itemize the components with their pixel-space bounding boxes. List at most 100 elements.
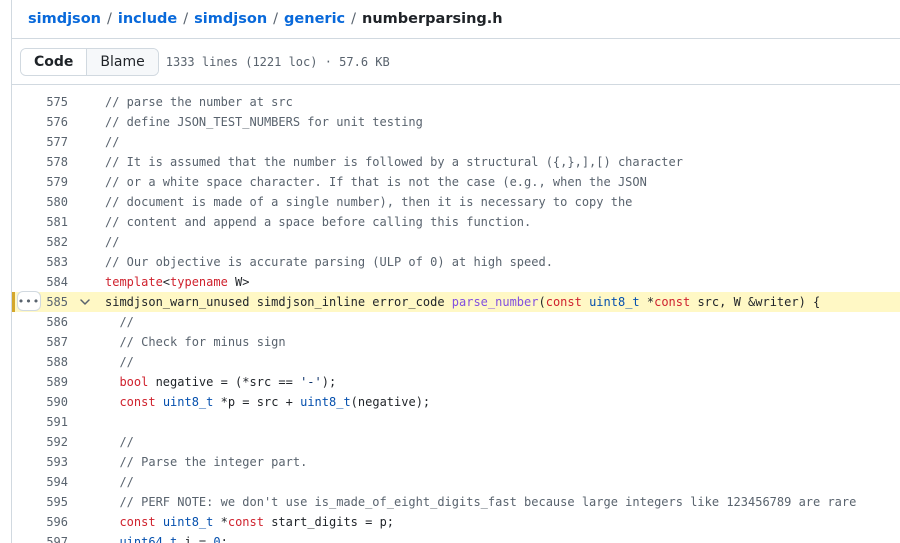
line-number[interactable]: 580 <box>18 192 68 212</box>
code-text: const uint8_t *p = src + uint8_t(negativ… <box>105 392 430 412</box>
code-token: W> <box>227 275 250 289</box>
code-text: // document is made of a single number),… <box>105 192 632 212</box>
breadcrumb-separator: / <box>351 11 357 27</box>
breadcrumb-link[interactable]: include <box>118 11 177 27</box>
code-token: *p = src + <box>213 395 301 409</box>
chevron-down-icon[interactable] <box>78 292 92 312</box>
code-line: 594 // <box>12 472 900 492</box>
line-number[interactable]: 597 <box>18 532 68 543</box>
code-token: // <box>105 235 120 249</box>
breadcrumb-separator: / <box>273 11 279 27</box>
file-toolbar: Code Blame 1333 lines (1221 loc) · 57.6 … <box>12 39 900 85</box>
code-token: // PERF NOTE: we don't use is_made_of_ei… <box>105 495 857 509</box>
code-tab[interactable]: Code <box>21 48 88 75</box>
code-text: // Check for minus sign <box>105 332 285 352</box>
line-number[interactable]: 595 <box>18 492 68 512</box>
code-line: 582 // <box>12 232 900 252</box>
code-token: simdjson_warn_unused simdjson_inline err… <box>105 295 452 309</box>
code-token: const <box>227 515 264 529</box>
line-number[interactable]: 591 <box>18 412 68 432</box>
line-number[interactable]: 584 <box>18 272 68 292</box>
code-line: 587 // Check for minus sign <box>12 332 900 352</box>
code-text: // Our objective is accurate parsing (UL… <box>105 252 553 272</box>
code-text: // <box>105 472 134 492</box>
code-token: // Parse the integer part. <box>105 455 308 469</box>
code-token: // parse the number at src <box>105 95 293 109</box>
code-token: negative = (*src == <box>148 375 301 389</box>
code-text: simdjson_warn_unused simdjson_inline err… <box>105 292 820 312</box>
line-number[interactable]: 593 <box>18 452 68 472</box>
line-number[interactable]: 578 <box>18 152 68 172</box>
code-token: // content and append a space before cal… <box>105 215 532 229</box>
code-token: i = <box>177 535 214 543</box>
code-text: // <box>105 312 134 332</box>
line-number[interactable]: 589 <box>18 372 68 392</box>
line-number[interactable]: 582 <box>18 232 68 252</box>
line-number[interactable]: 585 <box>18 292 68 312</box>
code-line: 591 <box>12 412 900 432</box>
code-viewer: simdjson / include / simdjson / generic / number… <box>11 0 900 543</box>
code-token: '-' <box>300 375 322 389</box>
code-line: 596 const uint8_t *const start_digits = … <box>12 512 900 532</box>
code-text: uint64_t i = 0; <box>105 532 227 543</box>
code-text: // <box>105 352 134 372</box>
line-number[interactable]: 592 <box>18 432 68 452</box>
code-text: template<typename W> <box>105 272 250 292</box>
code-line-highlighted: ••• 585 simdjson_warn_unused simdjson_inli… <box>12 291 900 312</box>
code-line: 589 bool negative = (*src == '-'); <box>12 372 900 392</box>
code-token: // Our objective is accurate parsing (UL… <box>105 255 553 269</box>
code-token: < <box>162 275 171 289</box>
code-token: // document is made of a single number),… <box>105 195 633 209</box>
code-text: // parse the number at src <box>105 92 293 112</box>
code-line: 595 // PERF NOTE: we don't use is_made_o… <box>12 492 900 512</box>
code-line: 581 // content and append a space before … <box>12 212 900 232</box>
code-token: ( <box>538 295 546 309</box>
breadcrumb-separator: / <box>106 11 112 27</box>
code-token: // <box>105 315 134 329</box>
code-text: // or a white space character. If that i… <box>105 172 647 192</box>
line-number[interactable]: 576 <box>18 112 68 132</box>
line-number[interactable]: 596 <box>18 512 68 532</box>
highlight-marker <box>12 292 15 312</box>
code-token: uint8_t <box>162 515 214 529</box>
code-token: // <box>105 475 134 489</box>
code-token: * <box>639 295 655 309</box>
code-token: // or a white space character. If that i… <box>105 175 647 189</box>
line-number[interactable]: 575 <box>18 92 68 112</box>
code-text: // <box>105 132 119 152</box>
code-text: // <box>105 232 119 252</box>
code-text: // <box>105 432 133 452</box>
code-token: uint64_t <box>119 535 178 543</box>
code-line: 583 // Our objective is accurate parsing … <box>12 252 900 272</box>
code-text: // It is assumed that the number is foll… <box>105 152 683 172</box>
breadcrumb-link[interactable]: simdjson <box>28 11 101 27</box>
line-number[interactable]: 581 <box>18 212 68 232</box>
blame-tab[interactable]: Blame <box>87 48 158 75</box>
line-number[interactable]: 579 <box>18 172 68 192</box>
breadcrumb-link[interactable]: generic <box>284 11 345 27</box>
code-token: const <box>654 295 691 309</box>
code-line: 579 // or a white space character. If tha… <box>12 172 900 192</box>
line-number[interactable]: 583 <box>18 252 68 272</box>
code-token: // define JSON_TEST_NUMBERS for unit tes… <box>105 115 423 129</box>
code-line: 590 const uint8_t *p = src + uint8_t(neg… <box>12 392 900 412</box>
line-number[interactable]: 594 <box>18 472 68 492</box>
line-number[interactable]: 577 <box>18 132 68 152</box>
code-token: 0 <box>213 535 221 543</box>
code-token: typename <box>170 275 228 289</box>
line-number[interactable]: 586 <box>18 312 68 332</box>
line-number[interactable]: 588 <box>18 352 68 372</box>
code-token: parse_number <box>451 295 539 309</box>
code-block: 575 // parse the number at src 576 // defin… <box>12 92 900 543</box>
line-number[interactable]: 590 <box>18 392 68 412</box>
breadcrumb-link[interactable]: simdjson <box>194 11 267 27</box>
code-token: ); <box>321 375 337 389</box>
code-line: 576 // define JSON_TEST_NUMBERS for unit … <box>12 112 900 132</box>
code-token: uint8_t <box>589 295 640 309</box>
line-number[interactable]: 587 <box>18 332 68 352</box>
code-text: bool negative = (*src == '-'); <box>105 372 336 392</box>
code-token: // <box>105 355 134 369</box>
